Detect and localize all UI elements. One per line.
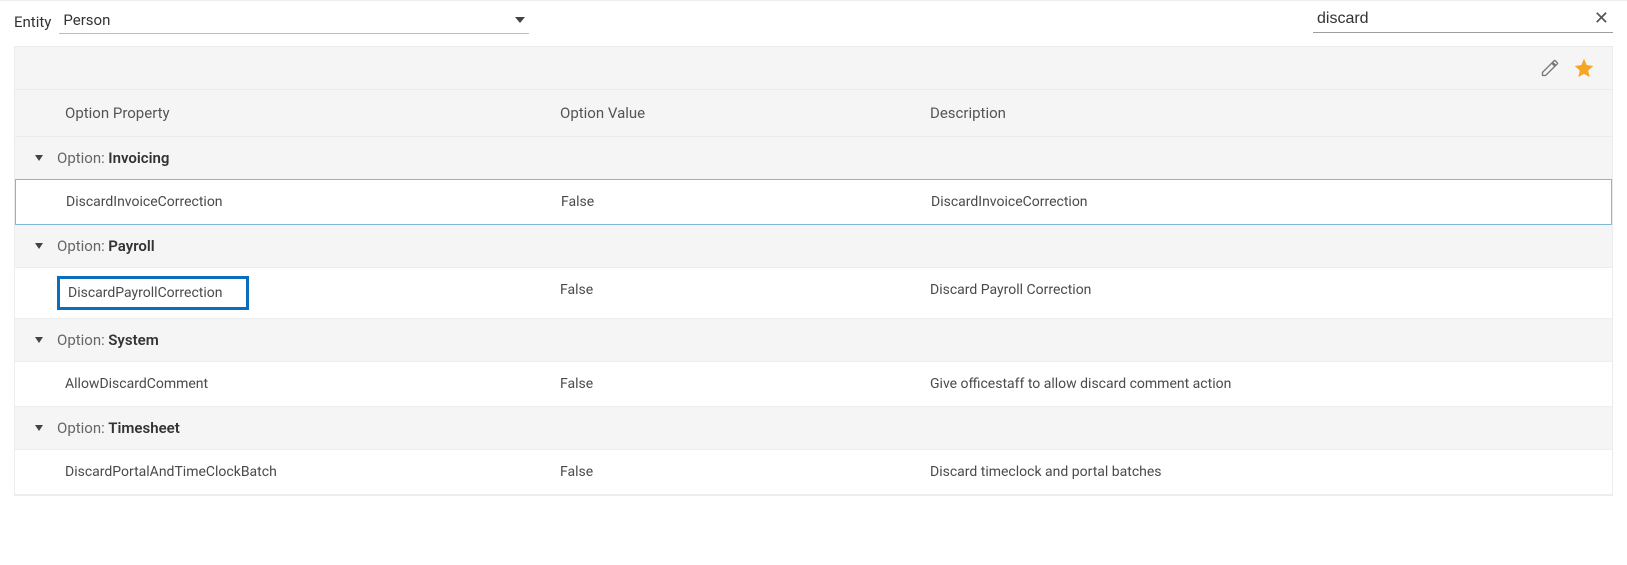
search-input[interactable] bbox=[1317, 10, 1590, 28]
grid-body: Option: InvoicingDiscardInvoiceCorrectio… bbox=[14, 137, 1613, 496]
group-name: Invoicing bbox=[108, 149, 169, 167]
cell-option-property: DiscardInvoiceCorrection bbox=[16, 180, 561, 224]
table-row[interactable]: DiscardPayrollCorrection FalseDiscard Pay… bbox=[15, 267, 1612, 319]
header-option-property: Option Property bbox=[15, 90, 560, 136]
entity-select-value: Person bbox=[63, 11, 110, 29]
edit-icon[interactable] bbox=[1540, 58, 1560, 78]
table-row[interactable]: AllowDiscardCommentFalseGive officestaff… bbox=[15, 361, 1612, 407]
group-prefix: Option: bbox=[57, 419, 105, 437]
star-icon[interactable] bbox=[1574, 58, 1594, 78]
cell-description: Discard Payroll Correction bbox=[930, 268, 1612, 318]
toolbar bbox=[14, 46, 1613, 90]
cell-option-value: False bbox=[560, 268, 930, 318]
cell-option-property: DiscardPortalAndTimeClockBatch bbox=[15, 450, 560, 494]
table-row[interactable]: DiscardInvoiceCorrectionFalseDiscardInvo… bbox=[15, 179, 1612, 225]
header-description: Description bbox=[930, 90, 1612, 136]
header-option-value: Option Value bbox=[560, 90, 930, 136]
cell-option-property: DiscardPayrollCorrection bbox=[15, 268, 560, 318]
group-prefix: Option: bbox=[57, 237, 105, 255]
group-name: System bbox=[108, 331, 158, 349]
group-prefix: Option: bbox=[57, 331, 105, 349]
highlighted-property: DiscardPayrollCorrection bbox=[57, 276, 249, 310]
chevron-down-icon bbox=[35, 155, 43, 161]
table-row[interactable]: DiscardPortalAndTimeClockBatchFalseDisca… bbox=[15, 449, 1612, 495]
table-header: Option Property Option Value Description bbox=[14, 90, 1613, 137]
group-name: Payroll bbox=[108, 237, 154, 255]
cell-option-value: False bbox=[560, 450, 930, 494]
group-name: Timesheet bbox=[108, 419, 179, 437]
chevron-down-icon bbox=[35, 337, 43, 343]
group-header[interactable]: Option: Payroll bbox=[15, 225, 1612, 267]
group-header[interactable]: Option: Timesheet bbox=[15, 407, 1612, 449]
entity-select[interactable]: Person bbox=[59, 9, 529, 34]
chevron-down-icon bbox=[515, 17, 525, 23]
entity-label: Entity bbox=[14, 13, 51, 31]
cell-description: Discard timeclock and portal batches bbox=[930, 450, 1612, 494]
search-field-wrap: ✕ bbox=[1313, 10, 1613, 33]
group-header[interactable]: Option: Invoicing bbox=[15, 137, 1612, 179]
group-prefix: Option: bbox=[57, 149, 105, 167]
cell-description: DiscardInvoiceCorrection bbox=[931, 180, 1611, 224]
chevron-down-icon bbox=[35, 425, 43, 431]
filter-bar: Entity Person ✕ bbox=[0, 0, 1627, 46]
chevron-down-icon bbox=[35, 243, 43, 249]
cell-description: Give officestaff to allow discard commen… bbox=[930, 362, 1612, 406]
clear-search-icon[interactable]: ✕ bbox=[1590, 10, 1613, 28]
cell-option-value: False bbox=[561, 180, 931, 224]
cell-option-value: False bbox=[560, 362, 930, 406]
cell-option-property: AllowDiscardComment bbox=[15, 362, 560, 406]
group-header[interactable]: Option: System bbox=[15, 319, 1612, 361]
